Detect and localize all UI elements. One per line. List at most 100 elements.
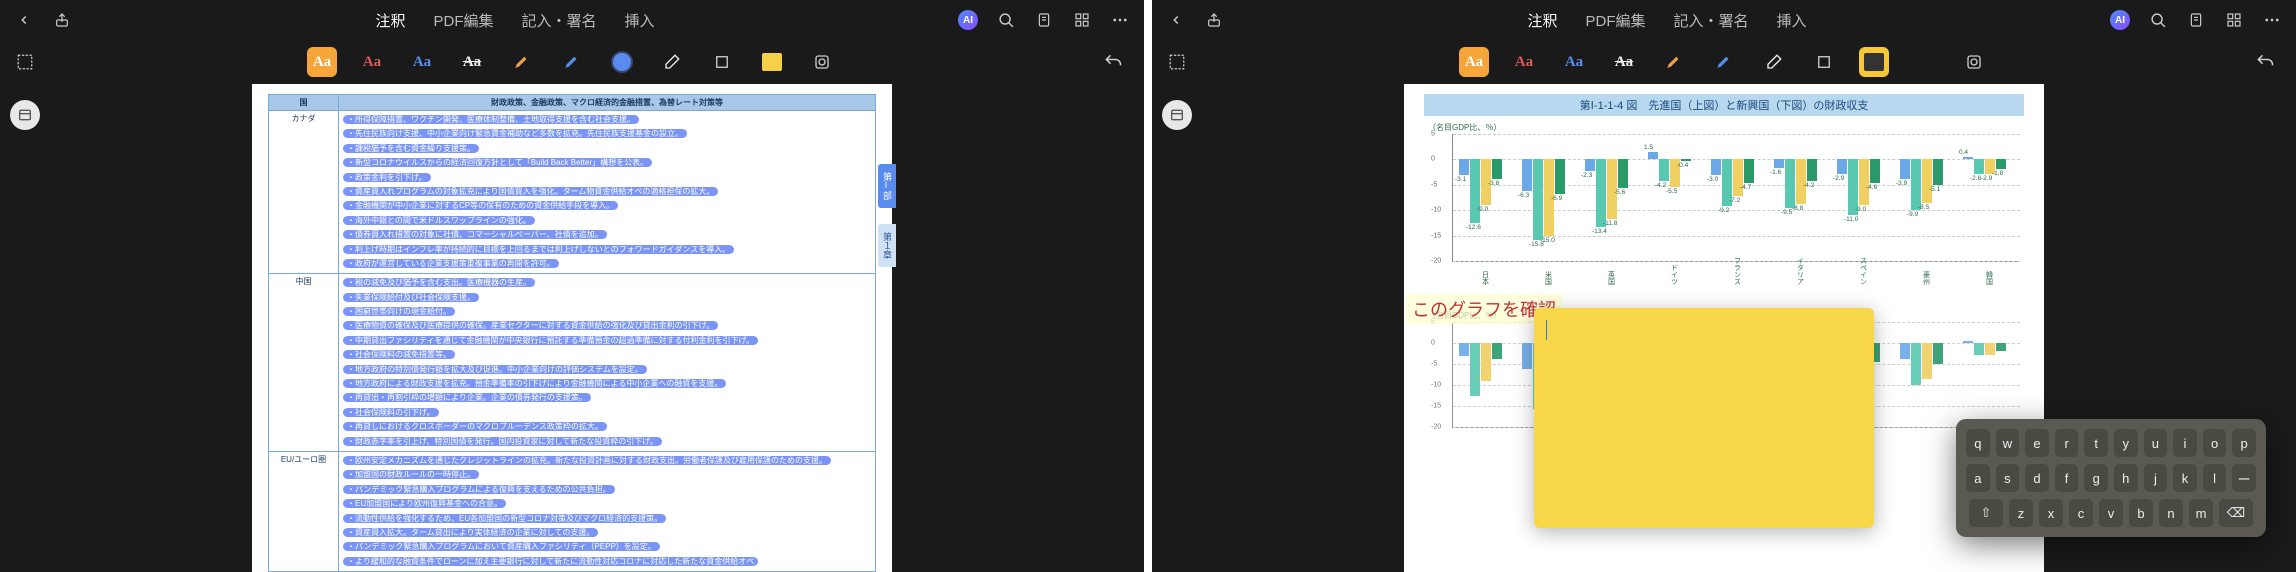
- mode-tabs: 注釈 PDF編集 記入・署名 挿入: [375, 10, 654, 31]
- key-⌫[interactable]: ⌫: [2219, 499, 2253, 527]
- search-icon[interactable]: [2148, 10, 2168, 30]
- search-icon[interactable]: [996, 10, 1016, 30]
- chart-upper: （名目GDP比、％） 50-5-10-15-20-3.1-12.6-9.0-3.…: [1424, 120, 2024, 290]
- key-y[interactable]: y: [2114, 429, 2138, 457]
- select-rect-icon[interactable]: [10, 47, 40, 77]
- undo-icon[interactable]: [1098, 47, 1128, 77]
- key-x[interactable]: x: [2039, 499, 2063, 527]
- app-left: 注釈 PDF編集 記入・署名 挿入 AI Aa Aa Aa Aa: [0, 0, 1144, 572]
- grid-icon[interactable]: [2224, 10, 2244, 30]
- stamp-icon[interactable]: [807, 47, 837, 77]
- bookmark-icon[interactable]: [2186, 10, 2206, 30]
- topbar: 注釈 PDF編集 記入・署名 挿入 AI: [1152, 0, 2296, 40]
- strikethrough-tool[interactable]: Aa: [457, 47, 487, 77]
- tab-insert[interactable]: 挿入: [625, 10, 655, 31]
- marker-blue-icon[interactable]: [1709, 47, 1739, 77]
- more-icon[interactable]: [2262, 10, 2282, 30]
- eraser-icon[interactable]: [657, 47, 687, 77]
- underline-blue-tool[interactable]: Aa: [407, 47, 437, 77]
- key-i[interactable]: i: [2173, 429, 2197, 457]
- floating-keyboard[interactable]: qwertyuiop asdfghjklー ⇧zxcvbnm⌫: [1956, 419, 2266, 537]
- tab-pdf-edit[interactable]: PDF編集: [1585, 10, 1645, 31]
- stamp-icon[interactable]: [1959, 47, 1989, 77]
- highlight-tool[interactable]: Aa: [1459, 47, 1489, 77]
- key-g[interactable]: g: [2084, 464, 2108, 492]
- sticky-note[interactable]: [1534, 308, 1874, 528]
- chart-subtitle: （名目GDP比、％）: [1424, 120, 2024, 135]
- annotation-toolbar: Aa Aa Aa Aa: [0, 40, 1144, 84]
- key-u[interactable]: u: [2144, 429, 2168, 457]
- policy-cell: ・所得保障措置、ワクチン開発、医療体制整備、土地取得支援を含む社会支援。・先住民…: [339, 111, 876, 274]
- policy-cell: ・税の減免及び猶予を含む支出。医療機器の生産。・失業保険給付及び社会保険支援。・…: [339, 274, 876, 452]
- key-ー[interactable]: ー: [2232, 464, 2256, 492]
- key-r[interactable]: r: [2055, 429, 2079, 457]
- back-icon[interactable]: [14, 10, 34, 30]
- key-o[interactable]: o: [2203, 429, 2227, 457]
- chart-title: 第Ⅰ-1-1-4 図 先進国（上図）と新興国（下図）の財政収支: [1424, 94, 2024, 116]
- tab-fill-sign[interactable]: 記入・署名: [1674, 10, 1749, 31]
- key-j[interactable]: j: [2144, 464, 2168, 492]
- tab-insert[interactable]: 挿入: [1777, 10, 1807, 31]
- key-h[interactable]: h: [2114, 464, 2138, 492]
- key-b[interactable]: b: [2129, 499, 2153, 527]
- color-ring-icon[interactable]: [1909, 47, 1939, 77]
- tab-annotate[interactable]: 注釈: [1527, 10, 1557, 31]
- key-z[interactable]: z: [2009, 499, 2033, 527]
- underline-red-tool[interactable]: Aa: [1509, 47, 1539, 77]
- share-icon[interactable]: [52, 10, 72, 30]
- grid-icon[interactable]: [1072, 10, 1092, 30]
- key-s[interactable]: s: [1996, 464, 2020, 492]
- key-k[interactable]: k: [2173, 464, 2197, 492]
- text-cursor-icon: [1546, 320, 1547, 340]
- key-c[interactable]: c: [2069, 499, 2093, 527]
- key-f[interactable]: f: [2055, 464, 2079, 492]
- key-a[interactable]: a: [1966, 464, 1990, 492]
- tab-annotate[interactable]: 注釈: [375, 10, 405, 31]
- key-e[interactable]: e: [2025, 429, 2049, 457]
- app-right: 注釈 PDF編集 記入・署名 挿入 AI Aa Aa Aa Aa: [1152, 0, 2296, 572]
- marker-blue-icon[interactable]: [557, 47, 587, 77]
- ai-icon[interactable]: AI: [958, 10, 978, 30]
- underline-red-tool[interactable]: Aa: [357, 47, 387, 77]
- share-icon[interactable]: [1204, 10, 1224, 30]
- sticky-note-icon[interactable]: [757, 47, 787, 77]
- key-w[interactable]: w: [1996, 429, 2020, 457]
- key-⇧[interactable]: ⇧: [1969, 499, 2003, 527]
- color-circle-icon[interactable]: [607, 47, 637, 77]
- underline-blue-tool[interactable]: Aa: [1559, 47, 1589, 77]
- marker-orange-icon[interactable]: [1659, 47, 1689, 77]
- page-side-tab-2[interactable]: 第１章: [878, 224, 896, 267]
- key-t[interactable]: t: [2084, 429, 2108, 457]
- bookmark-icon[interactable]: [1034, 10, 1054, 30]
- split-divider: [1144, 0, 1152, 572]
- page-side-tab-1[interactable]: 第Ⅰ部: [878, 164, 896, 208]
- crop-icon[interactable]: [1809, 47, 1839, 77]
- col-policy: 財政政策、金融政策、マクロ経済的金融措置、為替レート対策等: [339, 95, 876, 111]
- key-v[interactable]: v: [2099, 499, 2123, 527]
- key-q[interactable]: q: [1966, 429, 1990, 457]
- document-area[interactable]: 第Ⅰ-1-1-4 図 先進国（上図）と新興国（下図）の財政収支 （名目GDP比、…: [1152, 84, 2296, 572]
- marker-orange-icon[interactable]: [507, 47, 537, 77]
- pdf-page: 第Ⅰ部 第１章 国 財政政策、金融政策、マクロ経済的金融措置、為替レート対策等 …: [252, 84, 892, 572]
- undo-icon[interactable]: [2250, 47, 2280, 77]
- crop-icon[interactable]: [707, 47, 737, 77]
- key-l[interactable]: l: [2203, 464, 2227, 492]
- tab-fill-sign[interactable]: 記入・署名: [522, 10, 597, 31]
- ai-icon[interactable]: AI: [2110, 10, 2130, 30]
- document-area[interactable]: 第Ⅰ部 第１章 国 財政政策、金融政策、マクロ経済的金融措置、為替レート対策等 …: [0, 84, 1144, 572]
- country-cell: カナダ: [269, 111, 339, 274]
- back-icon[interactable]: [1166, 10, 1186, 30]
- policy-cell: ・欧州安定メカニズムを通じたクレジットラインの拡充。新たな投資計画に対する財政支…: [339, 451, 876, 571]
- key-m[interactable]: m: [2189, 499, 2213, 527]
- tab-pdf-edit[interactable]: PDF編集: [433, 10, 493, 31]
- strikethrough-tool[interactable]: Aa: [1609, 47, 1639, 77]
- select-rect-icon[interactable]: [1162, 47, 1192, 77]
- key-n[interactable]: n: [2159, 499, 2183, 527]
- annotation-toolbar: Aa Aa Aa Aa: [1152, 40, 2296, 84]
- highlight-tool[interactable]: Aa: [307, 47, 337, 77]
- eraser-icon[interactable]: [1759, 47, 1789, 77]
- key-d[interactable]: d: [2025, 464, 2049, 492]
- sticky-note-tool[interactable]: [1859, 47, 1889, 77]
- key-p[interactable]: p: [2232, 429, 2256, 457]
- more-icon[interactable]: [1110, 10, 1130, 30]
